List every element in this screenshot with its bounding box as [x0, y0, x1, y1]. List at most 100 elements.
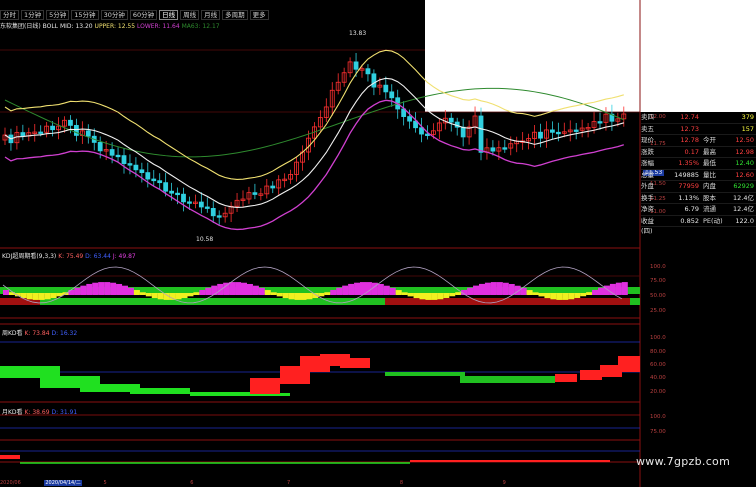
kdj-bar — [473, 285, 480, 295]
weekly-red-band — [340, 358, 370, 368]
candle-body — [175, 192, 180, 196]
quote-value: 6.79 — [684, 205, 699, 213]
quote-value: 12.50 — [735, 136, 754, 144]
weekly-red-band — [250, 378, 280, 394]
y-tick: 100.0 — [650, 264, 666, 270]
quote-row: 收益(四) 0.852 PE(动) 122.0 — [641, 216, 756, 236]
candle-body — [20, 132, 26, 137]
kdj-bar — [38, 293, 45, 300]
quote-value: 12.74 — [680, 113, 699, 121]
candle-body — [109, 149, 115, 156]
kdj-k: K: 75.49 — [58, 253, 84, 260]
kdj-bar — [538, 293, 545, 297]
candle-body — [490, 147, 496, 152]
quote-value: 12.4亿 — [733, 193, 754, 202]
kdj-bar — [229, 282, 236, 295]
kdj-bar — [92, 282, 99, 295]
candle-body — [478, 115, 484, 153]
candle-body — [550, 129, 555, 133]
y-tick: 20.00 — [650, 389, 666, 395]
kdj-bar — [324, 292, 331, 295]
kdj-bar — [3, 290, 9, 295]
quote-row: 涨幅 1.35% 最低 12.40 — [641, 158, 756, 170]
candle-body — [50, 125, 55, 131]
month-label: 9 — [502, 480, 506, 486]
kdj-bar — [181, 293, 188, 299]
quote-value: 1.13% — [678, 193, 699, 202]
kdj-bar — [383, 285, 390, 295]
kdj-bar — [122, 285, 128, 295]
kdj-bar — [532, 292, 539, 295]
kdj-bar — [258, 287, 265, 295]
candle-body — [502, 147, 508, 150]
kdj-bar — [300, 293, 307, 300]
date-label: 2020/06 — [0, 480, 21, 486]
candle-body — [198, 201, 204, 208]
quote-value: 62929 — [733, 182, 754, 190]
quote-label: 最低 — [703, 159, 716, 167]
kdj-bar — [377, 283, 384, 295]
kdj-bar — [306, 293, 313, 300]
kdj-bar — [562, 293, 569, 300]
kdj-bar — [449, 293, 456, 297]
quote-label: 涨跌 — [641, 147, 654, 156]
quote-value: 12.78 — [680, 136, 699, 144]
kdj-bar — [526, 290, 533, 295]
kdj-bar — [621, 282, 628, 295]
kdj-panel-name: KDJ超周期看(9,3,3) — [2, 253, 57, 260]
kdj-bar — [490, 282, 497, 295]
candle-body — [460, 126, 466, 138]
candle-body — [127, 163, 133, 166]
candle-body — [115, 154, 121, 158]
candle-body — [133, 164, 139, 171]
kdj-bar — [508, 284, 515, 295]
kdj-d: D: 63.44 — [85, 253, 111, 260]
quote-label: 净资 — [641, 205, 654, 213]
kdj-bar — [74, 287, 81, 295]
candle-body — [181, 193, 186, 203]
candle-body — [270, 185, 276, 189]
quote-label: 换手 — [641, 193, 654, 202]
kdj-bar — [110, 282, 117, 295]
kdj-bar — [217, 283, 224, 295]
quote-row: 卖四 12.74 379 — [641, 112, 756, 124]
weekly-green-band — [460, 376, 555, 383]
kdj-bar — [550, 293, 557, 300]
quote-value: 122.0 — [735, 216, 754, 225]
quote-value: 379 — [741, 113, 754, 121]
kdj-bar — [342, 285, 349, 295]
y-tick: 75.00 — [650, 429, 666, 435]
quote-label: 收益(四) — [641, 216, 654, 236]
kdj-bar — [568, 293, 575, 300]
weekly-d: D: 16.32 — [51, 330, 78, 337]
candle-body — [85, 130, 91, 137]
kdj-bar — [252, 285, 259, 295]
kdj-bar — [157, 293, 164, 300]
candle-body — [210, 208, 216, 217]
kdj-panel-header: KDJ超周期看(9,3,3) K: 75.49 D: 63.44 J: 49.8… — [2, 251, 136, 260]
kdj-bar — [419, 293, 426, 300]
kdj-bar — [431, 293, 438, 300]
quote-row: 外盘 77959 内盘 62929 — [641, 181, 756, 193]
candle-body — [538, 131, 543, 139]
quote-label: 最高 — [703, 147, 716, 156]
kdj-bar — [318, 293, 325, 297]
kdj-bar — [443, 293, 450, 299]
quote-value: 12.60 — [735, 170, 754, 179]
y-tick: 25.00 — [650, 308, 666, 314]
kline-chart[interactable] — [0, 0, 756, 487]
kdj-bar — [401, 292, 408, 295]
kdj-bar — [288, 293, 295, 300]
kdj-bar — [270, 292, 277, 295]
kdj-bar — [330, 289, 337, 295]
kdj-bar — [336, 287, 343, 295]
quote-row: 涨跌 0.17 最高 12.98 — [641, 147, 756, 158]
kdj-bar — [80, 285, 87, 295]
kdj-bar — [44, 293, 51, 300]
kdj-bar — [139, 292, 146, 295]
kdj-bar — [116, 283, 123, 295]
weekly-kd-name: 周KD看 — [2, 330, 23, 337]
kdj-bar — [389, 287, 396, 295]
kdj-bar — [484, 282, 491, 295]
quote-label: 流通 — [703, 205, 716, 213]
